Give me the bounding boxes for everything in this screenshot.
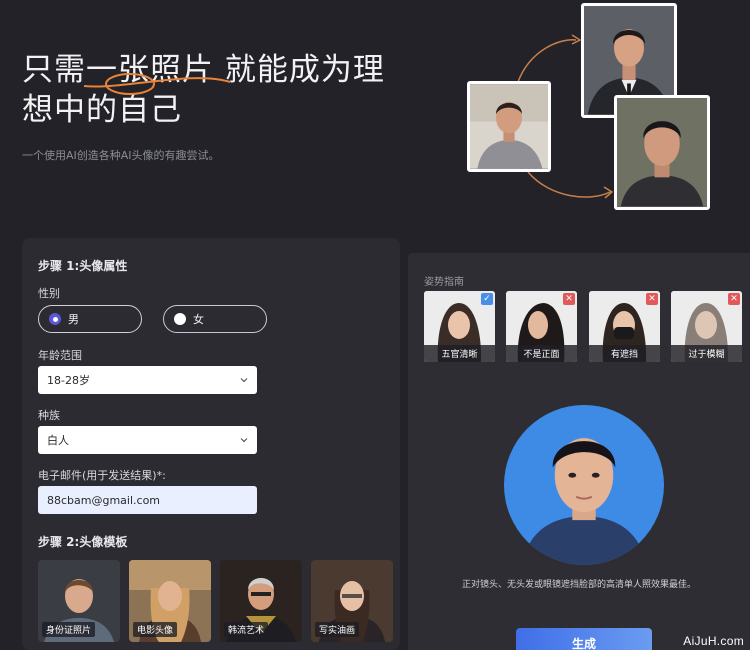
pose-example-occluded: ✕ 有遮挡 (589, 291, 660, 362)
close-icon: ✕ (563, 293, 575, 305)
source-photo (467, 81, 551, 172)
template-id-photo[interactable]: 身份证照片 (38, 560, 120, 642)
template-label: 韩流艺术 (224, 622, 269, 637)
email-label: 电子邮件(用于发送结果)*: (38, 469, 166, 482)
gender-label: 性别 (38, 287, 60, 300)
template-label: 电影头像 (133, 622, 178, 637)
pose-example-blurry: ✕ 过于模糊 (671, 291, 742, 362)
radio-unselected-icon (174, 313, 186, 325)
chevron-down-icon (240, 438, 248, 443)
chevron-down-icon (240, 378, 248, 383)
email-field[interactable]: 88cbam@gmail.com (38, 486, 257, 514)
email-value: 88cbam@gmail.com (47, 493, 161, 507)
close-icon: ✕ (728, 293, 740, 305)
pose-caption: 不是正面 (506, 345, 577, 362)
race-label: 种族 (38, 409, 60, 422)
hero-subtitle: 一个使用AI创造各种AI头像的有趣尝试。 (22, 149, 220, 162)
hero-title: 只需一张照片 就能成为理想中的自己 (22, 50, 412, 130)
gender-option-male[interactable]: 男 (38, 305, 142, 333)
watermark: AiJuH.com (683, 634, 744, 648)
gender-option-label: 女 (193, 313, 204, 326)
portrait-image (470, 84, 548, 169)
template-label: 身份证照片 (42, 622, 96, 637)
race-select[interactable]: 白人 (38, 426, 257, 454)
avatar-form-panel: 步骤 1:头像属性 性别 男 女 年龄范围 18-28岁 种族 白人 电子邮件(… (22, 238, 400, 650)
gender-option-female[interactable]: 女 (163, 305, 267, 333)
age-label: 年龄范围 (38, 349, 82, 362)
radio-selected-icon (49, 313, 61, 325)
pose-caption: 五官清晰 (424, 345, 495, 362)
step1-title: 步骤 1:头像属性 (38, 259, 128, 273)
template-kpop[interactable]: 韩流艺术 (220, 560, 302, 642)
hero-title-text: 只需一张照片 就能成为理想中的自己 (22, 52, 385, 128)
template-oil-painting[interactable]: 写实油画 (311, 560, 393, 642)
generate-button[interactable]: 生成 (516, 628, 652, 650)
pose-example-not-frontal: ✕ 不是正面 (506, 291, 577, 362)
pose-caption: 有遮挡 (589, 345, 660, 362)
step2-title: 步骤 2:头像模板 (38, 535, 128, 549)
upload-preview[interactable] (502, 403, 666, 567)
check-icon: ✓ (481, 293, 493, 305)
portrait-image (617, 98, 707, 207)
pose-guide-title: 姿势指南 (424, 277, 464, 288)
pose-example-clear: ✓ 五官清晰 (424, 291, 495, 362)
gender-option-label: 男 (68, 313, 79, 326)
age-select[interactable]: 18-28岁 (38, 366, 257, 394)
result-photo-closeup (614, 95, 710, 210)
pose-caption: 过于模糊 (671, 345, 742, 362)
pose-guide-panel: 姿势指南 ✓ 五官清晰 ✕ 不是正面 ✕ 有遮挡 ✕ 过于模糊 正对镜头、无头发… (408, 253, 750, 650)
upload-tip: 正对镜头、无头发或眼镜遮挡脸部的高清单人照效果最佳。 (461, 580, 696, 590)
template-label: 写实油画 (315, 622, 360, 637)
template-movie[interactable]: 电影头像 (129, 560, 211, 642)
preview-photo (504, 405, 664, 565)
age-select-value: 18-28岁 (47, 374, 90, 387)
race-select-value: 白人 (47, 434, 69, 447)
close-icon: ✕ (646, 293, 658, 305)
